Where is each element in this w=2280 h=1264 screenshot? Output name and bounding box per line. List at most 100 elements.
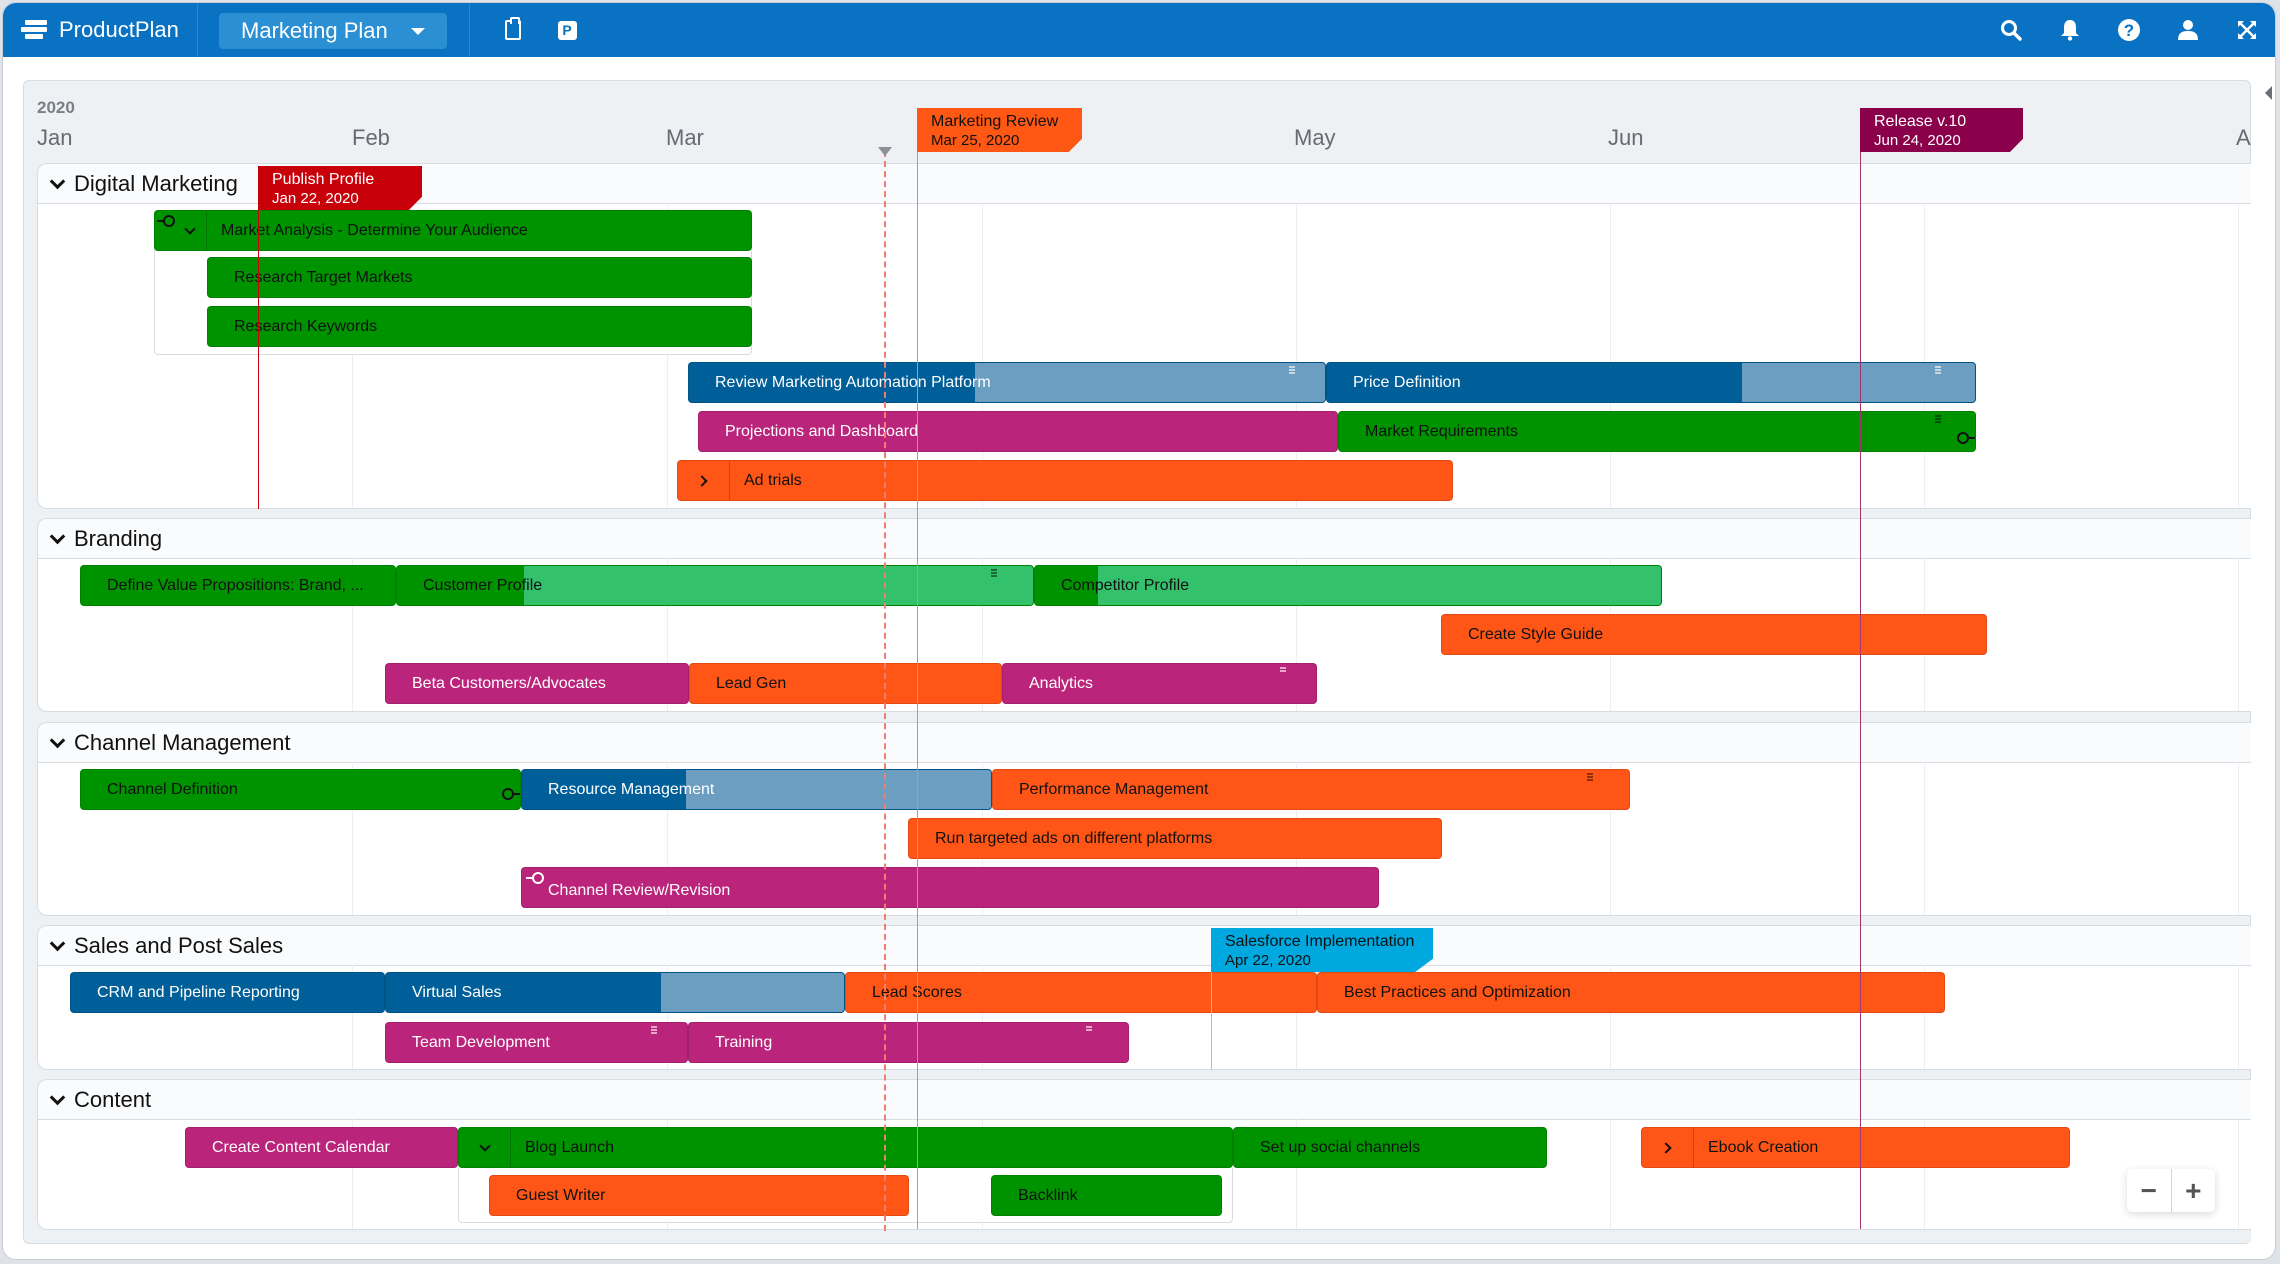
- bar-ad-trials[interactable]: Ad trials: [677, 460, 1453, 501]
- collapse-children-button[interactable]: [155, 211, 207, 250]
- plan-selector-dropdown[interactable]: Marketing Plan: [219, 13, 447, 49]
- section-title: Sales and Post Sales: [74, 933, 284, 958]
- month-label-may: May: [1294, 125, 1336, 150]
- section-toggle[interactable]: Branding: [49, 526, 162, 552]
- user-profile-button[interactable]: [2175, 17, 2201, 43]
- notifications-button[interactable]: [2057, 17, 2083, 43]
- milestone-marketing-review[interactable]: Marketing Review Mar 25, 2020: [917, 108, 1082, 152]
- bar-label: Training: [715, 1033, 773, 1051]
- progress-fill: [686, 770, 991, 809]
- section-title: Channel Management: [74, 730, 291, 755]
- bar-label: Guest Writer: [516, 1186, 606, 1204]
- bar-market-analysis[interactable]: Market Analysis - Determine Your Audienc…: [154, 210, 752, 251]
- section-header: Sales and Post Sales: [38, 926, 2251, 966]
- drag-handle-icon[interactable]: [991, 569, 997, 577]
- month-gridline: [2238, 203, 2239, 508]
- bar-backlink[interactable]: Backlink: [991, 1175, 1222, 1216]
- expand-children-button[interactable]: [1642, 1128, 1694, 1167]
- today-line: [884, 151, 886, 1231]
- bar-blog-launch[interactable]: Blog Launch: [458, 1127, 1233, 1168]
- bar-beta-customers-advocates[interactable]: Beta Customers/Advocates: [385, 663, 689, 704]
- dependency-link-icon[interactable]: [1957, 432, 1975, 444]
- drag-handle-icon[interactable]: [651, 1026, 657, 1034]
- bar-run-targeted-ads[interactable]: Run targeted ads on different platforms: [908, 818, 1442, 859]
- bar-create-content-calendar[interactable]: Create Content Calendar: [185, 1127, 458, 1168]
- bar-create-style-guide[interactable]: Create Style Guide: [1441, 614, 1987, 655]
- bar-label: Blog Launch: [525, 1138, 614, 1156]
- bar-competitor-profile[interactable]: Competitor Profile: [1034, 565, 1662, 606]
- month-gridline: [2238, 558, 2239, 711]
- bar-channel-definition[interactable]: Channel Definition: [80, 769, 521, 810]
- dependency-link-icon[interactable]: [526, 872, 544, 884]
- collapse-panel-arrow-icon[interactable]: [2265, 86, 2272, 100]
- bar-channel-review-revision[interactable]: Channel Review/Revision: [521, 867, 1379, 908]
- month-label-jul-partial: A: [2236, 125, 2251, 150]
- bar-guest-writer[interactable]: Guest Writer: [489, 1175, 909, 1216]
- drag-handle-icon[interactable]: [1935, 366, 1941, 374]
- milestone-name: Marketing Review: [931, 113, 1059, 130]
- bar-label: Price Definition: [1353, 373, 1461, 391]
- bar-label: Create Style Guide: [1468, 625, 1604, 643]
- bar-define-value-propositions[interactable]: Define Value Propositions: Brand, ...: [80, 565, 396, 606]
- milestone-publish-profile[interactable]: Publish Profile Jan 22, 2020: [258, 166, 422, 210]
- horizontal-scroll-track[interactable]: [37, 1231, 2251, 1243]
- bar-label: Customer Profile: [423, 576, 543, 594]
- clipboard-button[interactable]: [500, 17, 526, 43]
- bar-training[interactable]: Training: [688, 1022, 1129, 1063]
- parking-button[interactable]: P: [554, 17, 580, 43]
- fullscreen-icon: [2238, 21, 2256, 39]
- bar-label: Performance Management: [1019, 780, 1209, 798]
- bar-best-practices-and-optimization[interactable]: Best Practices and Optimization: [1317, 972, 1945, 1013]
- drag-handle-icon[interactable]: [1289, 366, 1295, 374]
- user-icon: [2178, 20, 2198, 40]
- bar-ebook-creation[interactable]: Ebook Creation: [1641, 1127, 2070, 1168]
- section-toggle[interactable]: Channel Management: [49, 730, 291, 756]
- zoom-out-button[interactable]: −: [2127, 1169, 2172, 1212]
- help-button[interactable]: ?: [2116, 17, 2142, 43]
- collapse-children-button[interactable]: [459, 1128, 511, 1167]
- bar-label: Market Analysis - Determine Your Audienc…: [221, 221, 528, 239]
- dependency-link-icon[interactable]: [157, 215, 175, 227]
- chevron-down-icon: [49, 935, 66, 951]
- bar-label: Research Target Markets: [234, 268, 413, 286]
- milestone-release-v10[interactable]: Release v.10 Jun 24, 2020: [1860, 108, 2023, 152]
- bar-price-definition[interactable]: Price Definition: [1326, 362, 1976, 403]
- bar-customer-profile[interactable]: Customer Profile: [396, 565, 1034, 606]
- bar-label: Competitor Profile: [1061, 576, 1190, 594]
- bar-team-development[interactable]: Team Development: [385, 1022, 688, 1063]
- bar-market-requirements[interactable]: Market Requirements: [1338, 411, 1976, 452]
- milestone-salesforce-implementation[interactable]: Salesforce Implementation Apr 22, 2020: [1211, 928, 1433, 972]
- bar-projections-and-dashboard[interactable]: Projections and Dashboard: [698, 411, 1338, 452]
- search-button[interactable]: [1998, 17, 2024, 43]
- bar-label: Ad trials: [744, 471, 802, 489]
- drag-handle-icon[interactable]: [1086, 1026, 1092, 1031]
- chevron-down-icon: [49, 528, 66, 544]
- section-toggle[interactable]: Sales and Post Sales: [49, 933, 284, 959]
- bar-performance-management[interactable]: Performance Management: [992, 769, 1630, 810]
- bar-lead-gen[interactable]: Lead Gen: [689, 663, 1002, 704]
- bar-crm-and-pipeline-reporting[interactable]: CRM and Pipeline Reporting: [70, 972, 385, 1013]
- bar-set-up-social-channels[interactable]: Set up social channels: [1233, 1127, 1547, 1168]
- bar-resource-management[interactable]: Resource Management: [521, 769, 992, 810]
- dependency-link-icon[interactable]: [502, 788, 520, 800]
- section-toggle[interactable]: Digital Marketing: [49, 171, 238, 197]
- fullscreen-button[interactable]: [2234, 17, 2260, 43]
- brand-name: ProductPlan: [59, 17, 179, 42]
- bar-review-marketing-automation-platform[interactable]: Review Marketing Automation Platform: [688, 362, 1326, 403]
- brand-logo-link[interactable]: ProductPlan: [21, 3, 179, 57]
- bar-label: Resource Management: [548, 780, 715, 798]
- bar-lead-scores[interactable]: Lead Scores: [845, 972, 1317, 1013]
- section-toggle[interactable]: Content: [49, 1087, 151, 1113]
- bar-analytics[interactable]: Analytics: [1002, 663, 1317, 704]
- drag-handle-icon[interactable]: [1280, 667, 1286, 672]
- bar-label: Channel Definition: [107, 780, 238, 798]
- drag-handle-icon[interactable]: [1587, 773, 1593, 781]
- month-gridline: [1610, 1119, 1611, 1229]
- drag-handle-icon[interactable]: [1935, 415, 1941, 423]
- bar-research-keywords[interactable]: Research Keywords: [207, 306, 752, 347]
- zoom-in-button[interactable]: +: [2172, 1169, 2216, 1212]
- progress-fill: [524, 566, 1033, 605]
- bar-research-target-markets[interactable]: Research Target Markets: [207, 257, 752, 298]
- expand-children-button[interactable]: [678, 461, 730, 500]
- bar-virtual-sales[interactable]: Virtual Sales: [385, 972, 845, 1013]
